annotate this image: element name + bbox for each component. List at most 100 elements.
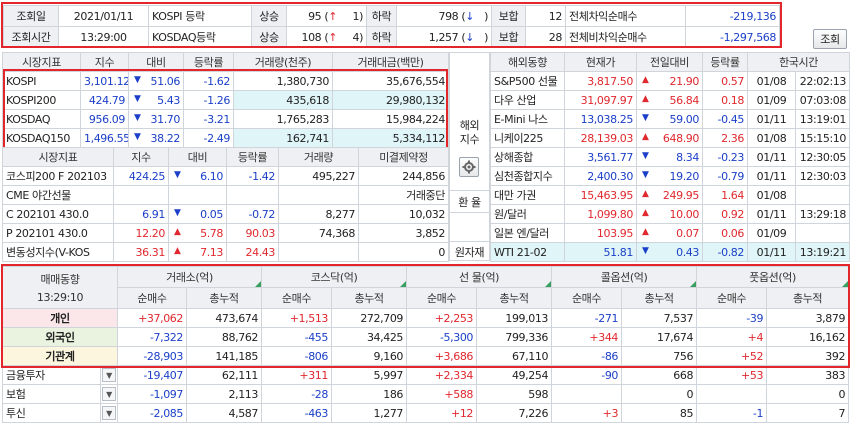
market-name[interactable]: KOSDAQ	[2, 109, 81, 129]
world-name[interactable]: 원/달러	[490, 204, 565, 224]
net-buy-value: +3,686	[406, 346, 478, 366]
table-row[interactable]: WTI 21-02 51.81 ▼ 0.43 -0.82 01/11 13:19:21	[490, 242, 851, 262]
triangle-down-icon: ▼	[642, 169, 649, 180]
change-cell: ▼ 51.06	[128, 71, 184, 91]
table-row[interactable]: 투신 ▼ -2,085 4,587 -463 1,277 +12 7,226 +3 85 -1 7	[2, 403, 850, 423]
table-row[interactable]: CME 야간선물 거래중단	[2, 185, 449, 205]
time-field[interactable]: 13:29:00	[58, 26, 149, 48]
table-row[interactable]: 다우 산업 31,097.97 ▲ 56.84 0.18 01/09 07:03:08	[490, 90, 851, 110]
date-field[interactable]: 2021/01/11	[58, 5, 149, 27]
triangle-up-icon: ▲	[642, 74, 649, 85]
table-row[interactable]: 코스피200 F 202103 424.25 ▼ 6.10 -1.42 495,227 24…	[2, 166, 449, 186]
cumulative-value: 186	[331, 384, 408, 404]
net-buy-value: -90	[551, 365, 623, 385]
world-name[interactable]: S&P500 선물	[490, 71, 565, 91]
triangle-up-icon: ▲	[174, 226, 181, 237]
table-row[interactable]: 상해종합 3,561.77 ▼ 8.34 -0.23 01/11 12:30:05	[490, 147, 851, 167]
volume-value: 162,741	[233, 128, 333, 148]
table-row[interactable]: 니케이225 28,139.03 ▲ 648.90 2.36 01/08 15:15:10	[490, 128, 851, 148]
dropdown-cell[interactable]: ▼	[100, 365, 118, 385]
fx-label[interactable]: 환 율	[450, 190, 489, 213]
net-buy-value: -7,322	[117, 327, 187, 347]
derivative-name[interactable]: P 202101 430.0	[2, 223, 114, 243]
derivative-name[interactable]: C 202101 430.0	[2, 204, 114, 224]
market-name[interactable]: KOSPI	[2, 71, 81, 91]
table-row[interactable]: 외국인 -7,322 88,762 -455 34,425 -5,300 799,336 +3…	[2, 327, 850, 347]
cumulative-value: 9,160	[331, 346, 408, 366]
futures-header-4: 거래량	[278, 147, 359, 167]
rate-value: 2.36	[702, 128, 748, 148]
change-cell: ▲ 7.13	[168, 242, 227, 262]
dropdown-cell[interactable]: ▼	[100, 384, 118, 404]
world-name[interactable]: 상해종합	[490, 147, 565, 167]
chevron-down-icon[interactable]: ▼	[102, 368, 116, 382]
derivative-name[interactable]: CME 야간선물	[2, 185, 114, 205]
cumulative-value: 3,879	[766, 308, 850, 328]
table-row[interactable]: 변동성지수(V-KOS 36.31 ▲ 7.13 24.43 0	[2, 242, 449, 262]
change-cell: ▼ 0.43	[636, 242, 703, 262]
table-row[interactable]: E-Mini 나스 13,038.25 ▼ 59.00 -0.45 01/11 13:19:…	[490, 109, 851, 129]
change-value: 19.20	[669, 169, 700, 183]
table-row[interactable]: 원/달러 1,099.80 ▲ 10.00 0.92 01/11 13:29:18	[490, 204, 851, 224]
table-row[interactable]: 보험 ▼ -1,097 2,113 -28 186 +588 598 0 0	[2, 384, 850, 404]
world-name[interactable]: 심천종합지수	[490, 166, 565, 186]
market-name[interactable]: KOSDAQ150	[2, 128, 81, 148]
net-buy-value: -1	[696, 403, 768, 423]
table-row[interactable]: 기관계 -28,903 141,185 -806 9,160 +3,686 67,110 -8…	[2, 346, 850, 366]
cumulative-value: 756	[621, 346, 698, 366]
world-name[interactable]: 일본 엔/달러	[490, 223, 565, 243]
cumulative-value: 0	[621, 384, 698, 404]
table-row[interactable]: KOSDAQ150 1,496.55 ▼ 38.22 -2.49 162,741 5,334…	[2, 128, 449, 148]
time-value: 13:19:21	[794, 242, 851, 262]
date-value: 01/08	[747, 128, 796, 148]
index-value: 3,101.12	[80, 71, 129, 91]
open-interest-value: 거래중단	[358, 185, 449, 205]
net-buy-value: +1,513	[261, 308, 333, 328]
change-value: 21.90	[669, 74, 700, 88]
table-row[interactable]: KOSPI 3,101.12 ▼ 51.06 -1.62 1,380,730 35,676,…	[2, 71, 449, 91]
world-name[interactable]: 대만 가권	[490, 185, 565, 205]
cumulative-value: 17,674	[621, 327, 698, 347]
world-name[interactable]: WTI 21-02	[490, 242, 565, 262]
world-name[interactable]: E-Mini 나스	[490, 109, 565, 129]
corner-marker-icon	[255, 281, 261, 287]
change-value: 56.84	[669, 93, 700, 107]
net-buy-value: -455	[261, 327, 333, 347]
table-row[interactable]: C 202101 430.0 6.91 ▼ 0.05 -0.72 8,277 10,032	[2, 204, 449, 224]
net-buy-value: -806	[261, 346, 333, 366]
derivative-name[interactable]: 코스피200 F 202103	[2, 166, 114, 186]
table-row[interactable]: 일본 엔/달러 103.95 ▲ 0.07 0.06 01/09	[490, 223, 851, 243]
index-value: 956.09	[80, 109, 129, 129]
change-value: 59.00	[669, 112, 700, 126]
table-row[interactable]: 심천종합지수 2,400.30 ▼ 19.20 -0.79 01/11 12:30:03	[490, 166, 851, 186]
world-name[interactable]: 다우 산업	[490, 90, 565, 110]
change-cell	[168, 185, 227, 205]
world-name[interactable]: 니케이225	[490, 128, 565, 148]
table-row[interactable]: 개인 +37,062 473,674 +1,513 272,709 +2,253 199,0…	[2, 308, 850, 328]
chevron-down-icon[interactable]: ▼	[102, 387, 116, 401]
table-row[interactable]: KOSPI200 424.79 ▼ 5.43 -1.26 435,618 29,980,13…	[2, 90, 449, 110]
commodity-label[interactable]: 원자재	[450, 241, 489, 261]
table-row[interactable]: KOSDAQ 956.09 ▼ 31.70 -3.21 1,765,283 15,984,2…	[2, 109, 449, 129]
change-value: 51.06	[150, 74, 181, 88]
change-cell: ▲ 648.90	[636, 128, 703, 148]
table-row[interactable]: P 202101 430.0 12.20 ▲ 5.78 90.03 74,368 3,852	[2, 223, 449, 243]
table-row[interactable]: S&P500 선물 3,817.50 ▲ 21.90 0.57 01/08 22:02:13	[490, 71, 851, 91]
triangle-down-icon: ▼	[642, 245, 649, 256]
date-value: 01/11	[747, 166, 796, 186]
net-buy-value: +37,062	[117, 308, 187, 328]
index-value: 424.79	[80, 90, 129, 110]
cumulative-value: 7,226	[476, 403, 553, 423]
search-button[interactable]: 조회	[813, 29, 847, 49]
chevron-down-icon[interactable]: ▼	[102, 406, 116, 420]
index-value: 36.31	[113, 242, 169, 262]
down-label: 하락	[366, 26, 397, 48]
total-nondiff-value: -1,297,568	[685, 26, 780, 48]
market-name[interactable]: KOSPI200	[2, 90, 81, 110]
derivative-name[interactable]: 변동성지수(V-KOS	[2, 242, 114, 262]
index-value: 1,496.55	[80, 128, 129, 148]
dropdown-cell[interactable]: ▼	[100, 403, 118, 423]
table-row[interactable]: 대만 가권 15,463.95 ▲ 249.95 1.64 01/08	[490, 185, 851, 205]
gear-icon[interactable]	[459, 157, 479, 177]
table-row[interactable]: 금융투자 ▼ -19,407 62,111 +311 5,997 +2,334 49,254-…	[2, 365, 850, 385]
